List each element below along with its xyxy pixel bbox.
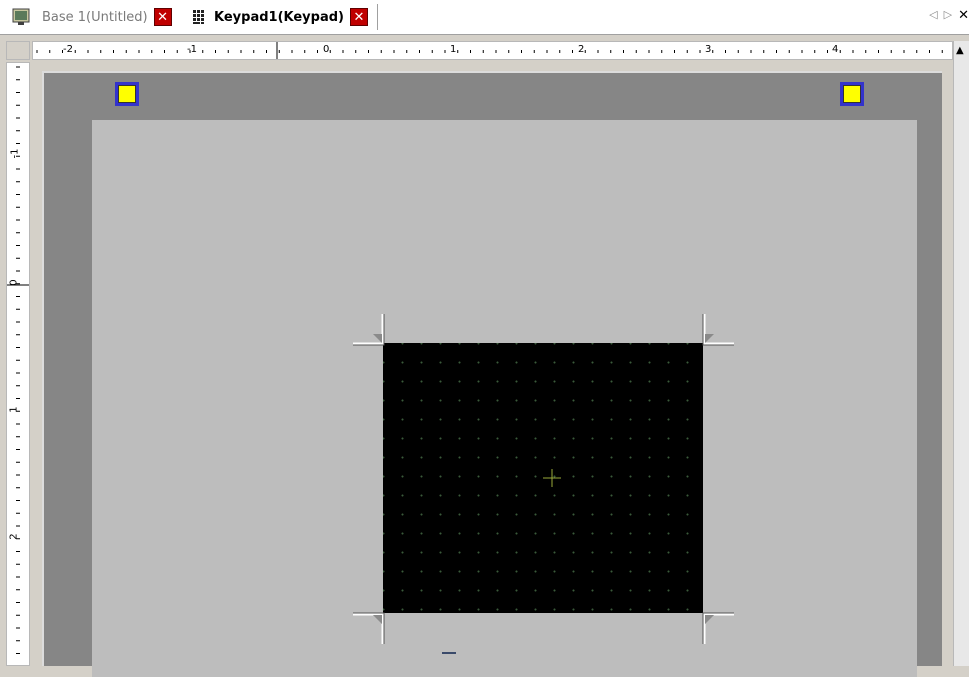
ruler-h-label: 4	[832, 44, 839, 55]
frame-anchor-left[interactable]	[115, 82, 139, 106]
scroll-up-button[interactable]: ▲	[956, 45, 964, 56]
editor-canvas[interactable]	[32, 62, 953, 677]
resize-handle-top-right[interactable]	[702, 312, 736, 346]
tab-keypad-1[interactable]: Keypad1(Keypad) ✕	[192, 6, 368, 28]
vertical-ruler[interactable]: -1 0 1 2	[6, 62, 30, 666]
resize-handle-bottom-right[interactable]	[702, 612, 736, 646]
close-active-tab-button[interactable]: ✕	[958, 8, 969, 23]
screen-frame	[42, 71, 942, 677]
ruler-v-label: 2	[8, 533, 20, 540]
ruler-h-label: 0	[323, 44, 330, 55]
center-crosshair-icon	[543, 469, 561, 487]
document-tab-bar: Base 1(Untitled) ✕ Keypad1(Keypad) ✕ ◁ ▷…	[0, 0, 969, 35]
ruler-h-label: -2	[63, 44, 73, 55]
screen-area[interactable]	[92, 120, 917, 677]
small-marker	[442, 652, 456, 654]
keypad-icon	[192, 9, 206, 25]
keypad-object[interactable]	[383, 343, 703, 613]
ruler-h-label: 3	[705, 44, 712, 55]
tab-scroll-right-button[interactable]: ▷	[944, 8, 952, 23]
horizontal-ruler-ticks	[36, 42, 943, 59]
resize-handle-top-left[interactable]	[351, 312, 385, 346]
vertical-scrollbar[interactable]: ▲	[953, 41, 969, 666]
ruler-v-label: 1	[8, 406, 20, 413]
ruler-v-label: 0	[8, 279, 20, 286]
resize-handle-bottom-left[interactable]	[351, 612, 385, 646]
ruler-h-label: 1	[450, 44, 457, 55]
ruler-corner	[6, 41, 30, 60]
close-tab-base-1-button[interactable]: ✕	[153, 8, 172, 26]
tab-keypad-1-label: Keypad1(Keypad)	[214, 9, 344, 25]
tab-base-1[interactable]: Base 1(Untitled) ✕	[12, 6, 172, 28]
monitor-icon	[12, 8, 30, 25]
horizontal-ruler[interactable]: -2 -1 0 1 2 3 4	[32, 41, 953, 60]
ruler-h-label: -1	[187, 44, 197, 55]
tab-separator	[377, 4, 378, 30]
close-tab-keypad-1-button[interactable]: ✕	[349, 8, 368, 26]
ruler-v-label: -1	[9, 148, 21, 159]
tab-base-1-label: Base 1(Untitled)	[42, 9, 148, 25]
frame-anchor-right[interactable]	[840, 82, 864, 106]
tab-scroll-controls: ◁ ▷ ✕	[929, 8, 969, 23]
tab-scroll-left-button[interactable]: ◁	[929, 8, 937, 23]
ruler-h-label: 2	[578, 44, 585, 55]
